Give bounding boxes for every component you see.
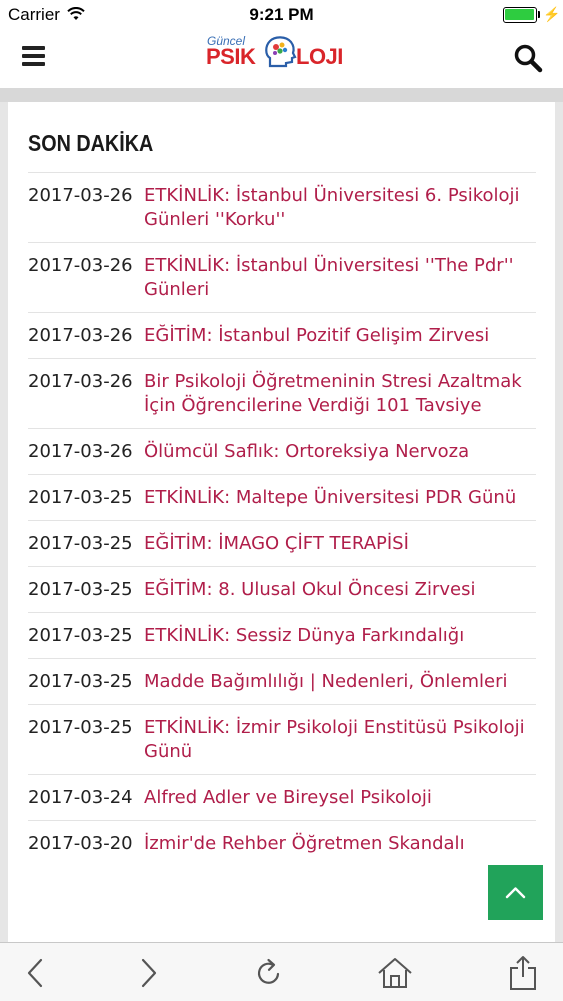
- logo-left-text: PSIK: [206, 44, 256, 69]
- news-date: 2017-03-25: [28, 533, 133, 554]
- news-row: 2017-03-25 EĞİTİM: 8. Ulusal Okul Öncesi…: [28, 566, 536, 612]
- share-icon[interactable]: [505, 955, 541, 991]
- site-logo[interactable]: Güncel PSIK LOJI: [204, 26, 354, 86]
- news-link[interactable]: ETKİNLİK: İzmir Psikoloji Enstitüsü Psik…: [144, 716, 536, 764]
- news-date: 2017-03-25: [28, 717, 133, 738]
- news-row: 2017-03-26 Bir Psikoloji Öğretmeninin St…: [28, 358, 536, 428]
- search-icon[interactable]: [513, 43, 543, 73]
- news-row: 2017-03-26 ETKİNLİK: İstanbul Üniversite…: [28, 172, 536, 242]
- news-row: 2017-03-25 ETKİNLİK: İzmir Psikoloji Ens…: [28, 704, 536, 774]
- logo-right-text: LOJI: [296, 44, 343, 69]
- news-date: 2017-03-26: [28, 325, 133, 346]
- news-row: 2017-03-25 Madde Bağımlılığı | Nedenleri…: [28, 658, 536, 704]
- news-date: 2017-03-26: [28, 185, 133, 206]
- home-icon[interactable]: [377, 955, 413, 991]
- news-date: 2017-03-26: [28, 441, 133, 462]
- news-date: 2017-03-25: [28, 625, 133, 646]
- news-date: 2017-03-25: [28, 671, 133, 692]
- news-date: 2017-03-26: [28, 371, 133, 392]
- news-link[interactable]: İzmir'de Rehber Öğretmen Skandalı: [144, 832, 465, 856]
- hamburger-icon[interactable]: [22, 45, 46, 67]
- news-row: 2017-03-26 Ölümcül Saflık: Ortoreksiya N…: [28, 428, 536, 474]
- news-link[interactable]: EĞİTİM: 8. Ulusal Okul Öncesi Zirvesi: [144, 578, 476, 602]
- news-row: 2017-03-25 EĞİTİM: İMAGO ÇİFT TERAPİSİ: [28, 520, 536, 566]
- news-row: 2017-03-25 ETKİNLİK: Maltepe Üniversites…: [28, 474, 536, 520]
- news-link[interactable]: ETKİNLİK: İstanbul Üniversitesi 6. Psiko…: [144, 184, 536, 232]
- news-link[interactable]: Alfred Adler ve Bireysel Psikoloji: [144, 786, 432, 810]
- news-row: 2017-03-20 İzmir'de Rehber Öğretmen Skan…: [28, 820, 536, 866]
- breaking-news-card: SON DAKİKA 2017-03-26 ETKİNLİK: İstanbul…: [8, 102, 555, 942]
- news-row: 2017-03-24 Alfred Adler ve Bireysel Psik…: [28, 774, 536, 820]
- news-row: 2017-03-26 EĞİTİM: İstanbul Pozitif Geli…: [28, 312, 536, 358]
- battery-icon: ⚡: [503, 6, 560, 23]
- news-link[interactable]: Madde Bağımlılığı | Nedenleri, Önlemleri: [144, 670, 508, 694]
- news-date: 2017-03-26: [28, 255, 133, 276]
- news-link[interactable]: ETKİNLİK: İstanbul Üniversitesi ''The Pd…: [144, 254, 536, 302]
- clock: 9:21 PM: [249, 5, 314, 24]
- news-link[interactable]: EĞİTİM: İstanbul Pozitif Gelişim Zirvesi: [144, 324, 489, 348]
- news-list: 2017-03-26 ETKİNLİK: İstanbul Üniversite…: [28, 172, 536, 866]
- news-link[interactable]: Bir Psikoloji Öğretmeninin Stresi Azaltm…: [144, 370, 536, 418]
- news-link[interactable]: Ölümcül Saflık: Ortoreksiya Nervoza: [144, 440, 469, 464]
- chevron-up-icon: [505, 887, 526, 899]
- news-row: 2017-03-26 ETKİNLİK: İstanbul Üniversite…: [28, 242, 536, 312]
- forward-arrow-icon[interactable]: [130, 955, 166, 991]
- site-header: Güncel PSIK LOJI: [0, 30, 563, 88]
- reload-icon[interactable]: [251, 955, 287, 991]
- section-title: SON DAKİKA: [28, 130, 154, 156]
- news-date: 2017-03-20: [28, 833, 133, 854]
- header-divider-band: [0, 88, 563, 102]
- news-date: 2017-03-25: [28, 487, 133, 508]
- news-date: 2017-03-24: [28, 787, 133, 808]
- news-row: 2017-03-25 ETKİNLİK: Sessiz Dünya Farkın…: [28, 612, 536, 658]
- back-arrow-icon[interactable]: [18, 955, 54, 991]
- news-link[interactable]: ETKİNLİK: Sessiz Dünya Farkındalığı: [144, 624, 464, 648]
- head-silhouette-icon: [262, 34, 298, 74]
- scroll-to-top-button[interactable]: [488, 865, 543, 920]
- news-link[interactable]: ETKİNLİK: Maltepe Üniversitesi PDR Günü: [144, 486, 516, 510]
- browser-toolbar: [0, 942, 563, 1001]
- news-link[interactable]: EĞİTİM: İMAGO ÇİFT TERAPİSİ: [144, 532, 409, 556]
- news-date: 2017-03-25: [28, 579, 133, 600]
